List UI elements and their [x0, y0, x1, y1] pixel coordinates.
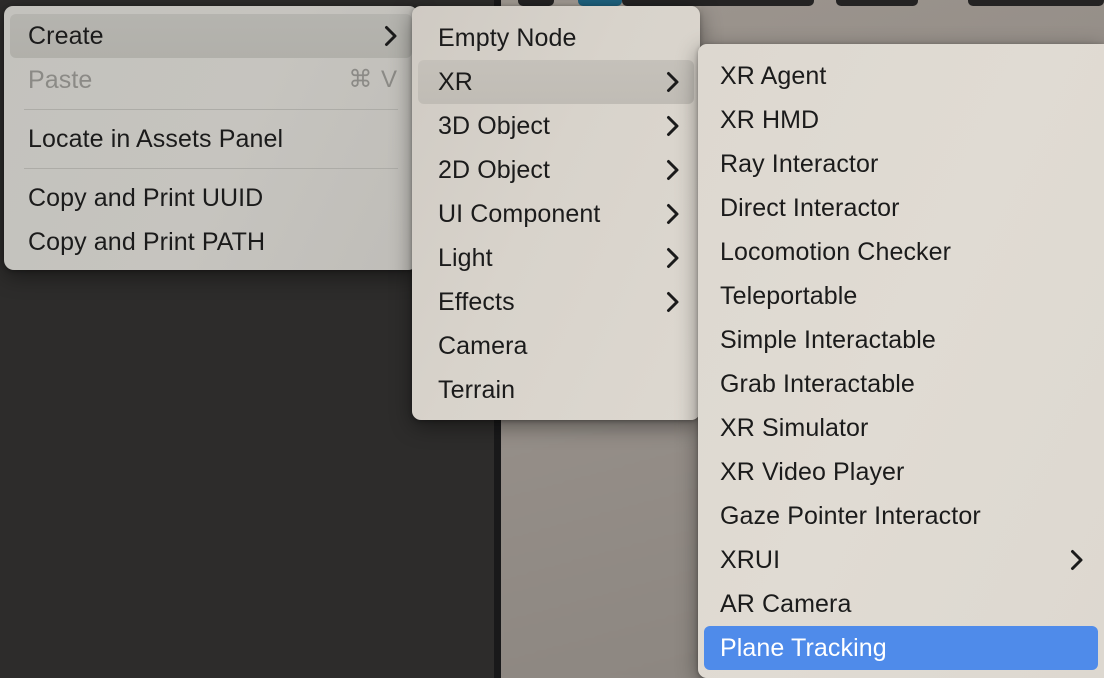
- chevron-right-icon: [666, 203, 680, 225]
- menu-item-xr-hmd[interactable]: XR HMD: [704, 98, 1098, 142]
- menu-item-label: Direct Interactor: [720, 193, 900, 222]
- menu-item-copy-and-print-path[interactable]: Copy and Print PATH: [10, 220, 412, 264]
- menu-item-label: 2D Object: [438, 155, 551, 184]
- menu-divider: [24, 168, 398, 169]
- menu-item-label: AR Camera: [720, 589, 852, 618]
- menu-item-label: 3D Object: [438, 111, 551, 140]
- menu-item-label: Camera: [438, 331, 528, 360]
- menu-item-label: Grab Interactable: [720, 369, 915, 398]
- toolbar-button-4[interactable]: [836, 0, 918, 6]
- menu-item-label: XRUI: [720, 545, 781, 574]
- menu-item-label: Simple Interactable: [720, 325, 936, 354]
- menu-item-locate-in-assets-panel[interactable]: Locate in Assets Panel: [10, 117, 412, 161]
- menu-item-label: Create: [28, 21, 104, 50]
- chevron-right-icon: [666, 159, 680, 181]
- menu-item-label: XR: [438, 67, 473, 96]
- menu-item-ar-camera[interactable]: AR Camera: [704, 582, 1098, 626]
- menu-item-xr-agent[interactable]: XR Agent: [704, 54, 1098, 98]
- menu-item-ray-interactor[interactable]: Ray Interactor: [704, 142, 1098, 186]
- chevron-right-icon: [666, 115, 680, 137]
- menu-item-label: Locate in Assets Panel: [28, 124, 284, 153]
- menu-item-xrui[interactable]: XRUI: [704, 538, 1098, 582]
- menu-item-label: Copy and Print UUID: [28, 183, 264, 212]
- menu-item-label: Gaze Pointer Interactor: [720, 501, 981, 530]
- menu-item-locomotion-checker[interactable]: Locomotion Checker: [704, 230, 1098, 274]
- chevron-right-icon: [666, 291, 680, 313]
- menu-item-label: Effects: [438, 287, 515, 316]
- menu-item-label: Teleportable: [720, 281, 858, 310]
- screen-root: Create Paste ⌘ V Locate in Assets Panel Copy…: [0, 0, 1104, 678]
- menu-item-3d-object[interactable]: 3D Object: [418, 104, 694, 148]
- menu-item-xr-simulator[interactable]: XR Simulator: [704, 406, 1098, 450]
- menu-divider: [24, 109, 398, 110]
- menu-item-teleportable[interactable]: Teleportable: [704, 274, 1098, 318]
- menu-item-xr[interactable]: XR: [418, 60, 694, 104]
- menu-item-camera[interactable]: Camera: [418, 324, 694, 368]
- menu-item-label: Paste: [28, 65, 93, 94]
- menu-item-ui-component[interactable]: UI Component: [418, 192, 694, 236]
- menu-item-label: Copy and Print PATH: [28, 227, 266, 256]
- create-submenu: Empty Node XR 3D Object 2D Object UI Compone…: [412, 6, 700, 420]
- menu-item-plane-tracking[interactable]: Plane Tracking: [704, 626, 1098, 670]
- menu-item-label: XR HMD: [720, 105, 820, 134]
- chevron-right-icon: [666, 71, 680, 93]
- xr-submenu: XR Agent XR HMD Ray Interactor Direct Inter…: [698, 44, 1104, 678]
- menu-item-label: XR Video Player: [720, 457, 905, 486]
- menu-item-label: Locomotion Checker: [720, 237, 952, 266]
- menu-item-create[interactable]: Create: [10, 14, 412, 58]
- menu-item-label: Terrain: [438, 375, 516, 404]
- menu-item-label: UI Component: [438, 199, 601, 228]
- menu-item-label: XR Agent: [720, 61, 827, 90]
- menu-item-effects[interactable]: Effects: [418, 280, 694, 324]
- menu-item-shortcut: ⌘ V: [348, 66, 398, 93]
- menu-item-empty-node[interactable]: Empty Node: [418, 16, 694, 60]
- menu-item-gaze-pointer-interactor[interactable]: Gaze Pointer Interactor: [704, 494, 1098, 538]
- menu-item-copy-and-print-uuid[interactable]: Copy and Print UUID: [10, 176, 412, 220]
- menu-item-simple-interactable[interactable]: Simple Interactable: [704, 318, 1098, 362]
- chevron-right-icon: [666, 247, 680, 269]
- menu-item-label: Ray Interactor: [720, 149, 879, 178]
- menu-item-xr-video-player[interactable]: XR Video Player: [704, 450, 1098, 494]
- menu-item-2d-object[interactable]: 2D Object: [418, 148, 694, 192]
- menu-item-label: Light: [438, 243, 493, 272]
- menu-item-direct-interactor[interactable]: Direct Interactor: [704, 186, 1098, 230]
- menu-item-label: Plane Tracking: [720, 633, 887, 662]
- menu-item-label: XR Simulator: [720, 413, 869, 442]
- menu-item-grab-interactable[interactable]: Grab Interactable: [704, 362, 1098, 406]
- chevron-right-icon: [384, 25, 398, 47]
- menu-item-label: Empty Node: [438, 23, 577, 52]
- menu-item-paste: Paste ⌘ V: [10, 58, 412, 102]
- menu-item-terrain[interactable]: Terrain: [418, 368, 694, 412]
- chevron-right-icon: [1070, 549, 1084, 571]
- node-context-menu: Create Paste ⌘ V Locate in Assets Panel Copy…: [4, 6, 418, 270]
- toolbar-button-5[interactable]: [968, 0, 1104, 6]
- menu-item-light[interactable]: Light: [418, 236, 694, 280]
